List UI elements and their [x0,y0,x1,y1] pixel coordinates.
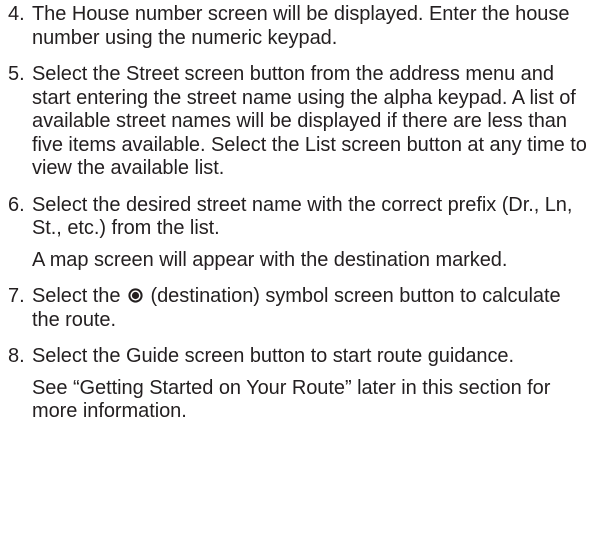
step-8: 8. Select the Guide screen button to sta… [8,345,592,424]
step-number: 7. [8,285,25,307]
step-5: 5. Select the Street screen button from … [8,63,592,181]
step-number: 6. [8,193,25,216]
step-text-before: Select the [32,285,121,307]
step-note: See “Getting Started on Your Route” late… [32,376,551,423]
step-number: 8. [8,345,25,367]
step-number: 5. [8,63,25,85]
step-body: Select the Street screen button from the… [32,63,592,181]
step-text: Select the (destination) symbol screen b… [32,285,592,332]
step-text: Select the Guide screen button to start … [32,345,514,367]
destination-symbol-icon [128,288,143,303]
step-body: Select the desired street name with the … [32,194,592,273]
step-text: The House number screen will be displaye… [32,3,570,49]
step-body: Select the Guide screen button to start … [32,345,592,424]
step-4: 4. The House number screen will be displ… [8,3,592,50]
step-body: Select the (destination) symbol screen b… [32,285,592,332]
instruction-steps: 4. The House number screen will be displ… [8,3,592,437]
step-7: 7. Select the (destination) symbol scree… [8,285,592,332]
step-text: Select the desired street name with the … [32,193,573,240]
step-body: The House number screen will be displaye… [32,3,592,50]
step-6: 6. Select the desired street name with t… [8,194,592,273]
step-number: 4. [8,3,25,25]
step-text: Select the Street screen button from the… [32,63,587,179]
step-note: A map screen will appear with the destin… [32,248,508,271]
